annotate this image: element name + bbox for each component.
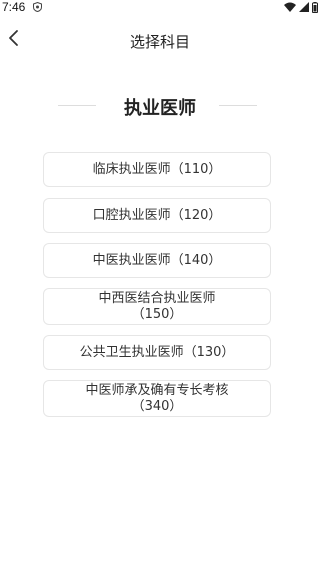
app-header: 选择科目	[0, 22, 320, 58]
shield-icon	[33, 2, 42, 12]
option-label: 中医师承及确有专长考核 （340）	[85, 382, 229, 414]
subject-option-public-health[interactable]: 公共卫生执业医师（130）	[43, 335, 271, 370]
battery-icon	[312, 1, 318, 13]
wifi-icon	[284, 2, 296, 12]
section-divider-right	[219, 105, 257, 106]
option-label: 中医执业医师（140）	[92, 252, 222, 268]
option-label: 临床执业医师（110）	[92, 161, 222, 177]
subject-option-tcm-apprentice[interactable]: 中医师承及确有专长考核 （340）	[43, 380, 271, 417]
status-bar: 7:46	[0, 0, 320, 16]
subject-option-clinical[interactable]: 临床执业医师（110）	[43, 152, 271, 187]
status-icons	[284, 1, 318, 13]
page-title: 选择科目	[129, 33, 190, 51]
signal-icon	[299, 2, 309, 12]
section-title: 执业医师	[124, 98, 196, 119]
subject-option-dental[interactable]: 口腔执业医师（120）	[43, 198, 271, 233]
option-label: 公共卫生执业医师（130）	[79, 344, 235, 360]
option-label: 口腔执业医师（120）	[92, 207, 222, 223]
subject-option-integrated[interactable]: 中西医结合执业医师 （150）	[43, 288, 271, 325]
status-time: 7:46	[2, 0, 26, 14]
option-label: 中西医结合执业医师 （150）	[98, 290, 216, 322]
subject-option-tcm[interactable]: 中医执业医师（140）	[43, 243, 271, 278]
section-header: 执业医师	[0, 92, 320, 120]
